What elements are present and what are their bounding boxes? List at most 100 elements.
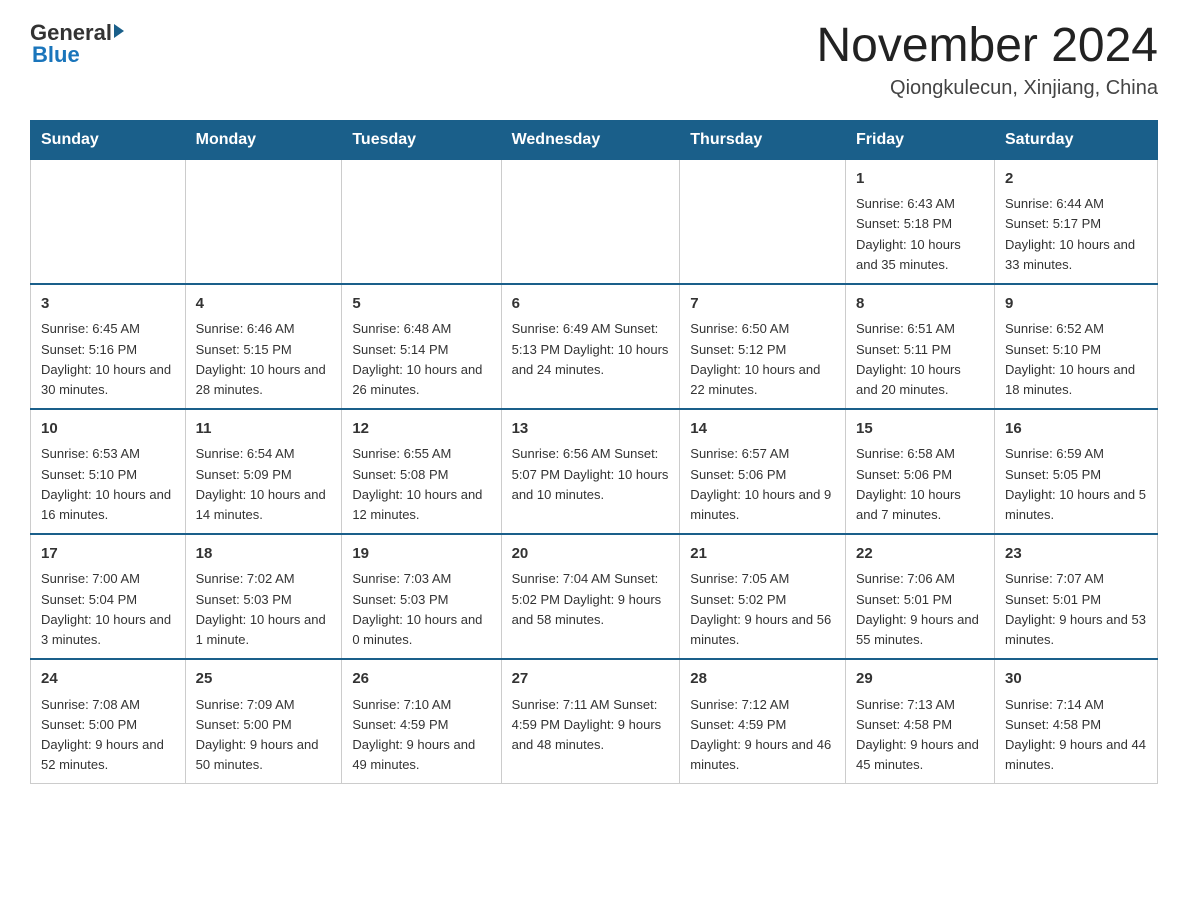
calendar-cell: 6Sunrise: 6:49 AM Sunset: 5:13 PM Daylig… [501,284,680,409]
calendar-cell [680,159,846,284]
week-row-3: 17 Sunrise: 7:00 AM Sunset: 5:04 PM Dayli… [31,534,1158,659]
header: General Blue November 2024 Qiongkulecun,… [30,20,1158,100]
day-info: Sunrise: 7:11 AM Sunset: 4:59 PM Dayligh… [512,695,670,755]
calendar-cell: 23 Sunrise: 7:07 AM Sunset: 5:01 PM Dayli… [995,534,1158,659]
day-number: 5 [352,293,490,316]
day-number: 24 [41,668,175,691]
day-header-tuesday: Tuesday [342,120,501,159]
day-info: Sunrise: 7:05 AM Sunset: 5:02 PM Dayligh… [690,569,835,650]
calendar-header: SundayMondayTuesdayWednesdayThursdayFrid… [31,120,1158,159]
day-info: Sunrise: 6:45 AM Sunset: 5:16 PM Dayligh… [41,319,175,400]
day-number: 17 [41,543,175,566]
day-header-sunday: Sunday [31,120,186,159]
day-number: 7 [690,293,835,316]
calendar-cell: 7 Sunrise: 6:50 AM Sunset: 5:12 PM Daylig… [680,284,846,409]
location-title: Qiongkulecun, Xinjiang, China [816,77,1158,100]
day-info: Sunrise: 7:00 AM Sunset: 5:04 PM Dayligh… [41,569,175,650]
day-info: Sunrise: 6:46 AM Sunset: 5:15 PM Dayligh… [196,319,332,400]
calendar-cell: 12 Sunrise: 6:55 AM Sunset: 5:08 PM Dayli… [342,409,501,534]
calendar-cell: 26 Sunrise: 7:10 AM Sunset: 4:59 PM Dayli… [342,659,501,784]
header-row: SundayMondayTuesdayWednesdayThursdayFrid… [31,120,1158,159]
day-number: 23 [1005,543,1147,566]
calendar-cell: 18 Sunrise: 7:02 AM Sunset: 5:03 PM Dayli… [185,534,342,659]
day-info: Sunrise: 7:14 AM Sunset: 4:58 PM Dayligh… [1005,695,1147,776]
logo: General Blue [30,20,124,68]
day-number: 29 [856,668,984,691]
day-info: Sunrise: 7:09 AM Sunset: 5:00 PM Dayligh… [196,695,332,776]
calendar-cell [185,159,342,284]
week-row-2: 10 Sunrise: 6:53 AM Sunset: 5:10 PM Dayli… [31,409,1158,534]
day-header-monday: Monday [185,120,342,159]
week-row-4: 24 Sunrise: 7:08 AM Sunset: 5:00 PM Dayli… [31,659,1158,784]
calendar-cell: 2Sunrise: 6:44 AM Sunset: 5:17 PM Daylig… [995,159,1158,284]
calendar-cell: 25 Sunrise: 7:09 AM Sunset: 5:00 PM Dayli… [185,659,342,784]
day-number: 27 [512,668,670,691]
day-info: Sunrise: 7:13 AM Sunset: 4:58 PM Dayligh… [856,695,984,776]
calendar-cell [342,159,501,284]
calendar-cell: 29 Sunrise: 7:13 AM Sunset: 4:58 PM Dayli… [846,659,995,784]
calendar-cell: 14 Sunrise: 6:57 AM Sunset: 5:06 PM Dayli… [680,409,846,534]
day-number: 13 [512,418,670,441]
day-header-friday: Friday [846,120,995,159]
calendar-cell: 17 Sunrise: 7:00 AM Sunset: 5:04 PM Dayli… [31,534,186,659]
day-header-wednesday: Wednesday [501,120,680,159]
calendar-table: SundayMondayTuesdayWednesdayThursdayFrid… [30,120,1158,784]
month-title: November 2024 [816,20,1158,73]
week-row-0: 1Sunrise: 6:43 AM Sunset: 5:18 PM Daylig… [31,159,1158,284]
logo-blue: Blue [32,42,80,68]
day-number: 6 [512,293,670,316]
day-info: Sunrise: 6:53 AM Sunset: 5:10 PM Dayligh… [41,444,175,525]
day-info: Sunrise: 7:08 AM Sunset: 5:00 PM Dayligh… [41,695,175,776]
day-info: Sunrise: 7:07 AM Sunset: 5:01 PM Dayligh… [1005,569,1147,650]
day-number: 12 [352,418,490,441]
calendar-cell: 11 Sunrise: 6:54 AM Sunset: 5:09 PM Dayli… [185,409,342,534]
day-number: 10 [41,418,175,441]
day-number: 30 [1005,668,1147,691]
calendar-cell: 1Sunrise: 6:43 AM Sunset: 5:18 PM Daylig… [846,159,995,284]
day-info: Sunrise: 7:02 AM Sunset: 5:03 PM Dayligh… [196,569,332,650]
day-number: 19 [352,543,490,566]
calendar-cell: 28Sunrise: 7:12 AM Sunset: 4:59 PM Dayli… [680,659,846,784]
calendar-cell: 8Sunrise: 6:51 AM Sunset: 5:11 PM Daylig… [846,284,995,409]
day-info: Sunrise: 6:43 AM Sunset: 5:18 PM Dayligh… [856,194,984,275]
calendar-cell: 27 Sunrise: 7:11 AM Sunset: 4:59 PM Dayli… [501,659,680,784]
day-number: 11 [196,418,332,441]
calendar-cell: 9 Sunrise: 6:52 AM Sunset: 5:10 PM Daylig… [995,284,1158,409]
calendar-cell: 15Sunrise: 6:58 AM Sunset: 5:06 PM Dayli… [846,409,995,534]
calendar-cell: 5Sunrise: 6:48 AM Sunset: 5:14 PM Daylig… [342,284,501,409]
day-header-thursday: Thursday [680,120,846,159]
day-info: Sunrise: 7:03 AM Sunset: 5:03 PM Dayligh… [352,569,490,650]
day-number: 8 [856,293,984,316]
day-number: 21 [690,543,835,566]
day-number: 18 [196,543,332,566]
day-info: Sunrise: 6:56 AM Sunset: 5:07 PM Dayligh… [512,444,670,504]
day-info: Sunrise: 6:59 AM Sunset: 5:05 PM Dayligh… [1005,444,1147,525]
day-number: 9 [1005,293,1147,316]
calendar-cell: 4Sunrise: 6:46 AM Sunset: 5:15 PM Daylig… [185,284,342,409]
day-number: 3 [41,293,175,316]
calendar-cell: 13 Sunrise: 6:56 AM Sunset: 5:07 PM Dayli… [501,409,680,534]
calendar-body: 1Sunrise: 6:43 AM Sunset: 5:18 PM Daylig… [31,159,1158,783]
title-area: November 2024 Qiongkulecun, Xinjiang, Ch… [816,20,1158,100]
day-number: 25 [196,668,332,691]
day-number: 26 [352,668,490,691]
day-info: Sunrise: 7:10 AM Sunset: 4:59 PM Dayligh… [352,695,490,776]
day-number: 2 [1005,168,1147,191]
calendar-cell: 24 Sunrise: 7:08 AM Sunset: 5:00 PM Dayli… [31,659,186,784]
calendar-cell [31,159,186,284]
day-info: Sunrise: 6:57 AM Sunset: 5:06 PM Dayligh… [690,444,835,525]
day-number: 14 [690,418,835,441]
day-info: Sunrise: 7:04 AM Sunset: 5:02 PM Dayligh… [512,569,670,629]
day-number: 16 [1005,418,1147,441]
day-info: Sunrise: 6:50 AM Sunset: 5:12 PM Dayligh… [690,319,835,400]
calendar-cell: 3 Sunrise: 6:45 AM Sunset: 5:16 PM Daylig… [31,284,186,409]
day-info: Sunrise: 6:54 AM Sunset: 5:09 PM Dayligh… [196,444,332,525]
day-info: Sunrise: 6:52 AM Sunset: 5:10 PM Dayligh… [1005,319,1147,400]
calendar-cell: 21 Sunrise: 7:05 AM Sunset: 5:02 PM Dayli… [680,534,846,659]
day-number: 28 [690,668,835,691]
day-number: 20 [512,543,670,566]
logo-arrow-icon [114,24,124,38]
day-header-saturday: Saturday [995,120,1158,159]
calendar-cell: 22Sunrise: 7:06 AM Sunset: 5:01 PM Dayli… [846,534,995,659]
day-info: Sunrise: 6:55 AM Sunset: 5:08 PM Dayligh… [352,444,490,525]
